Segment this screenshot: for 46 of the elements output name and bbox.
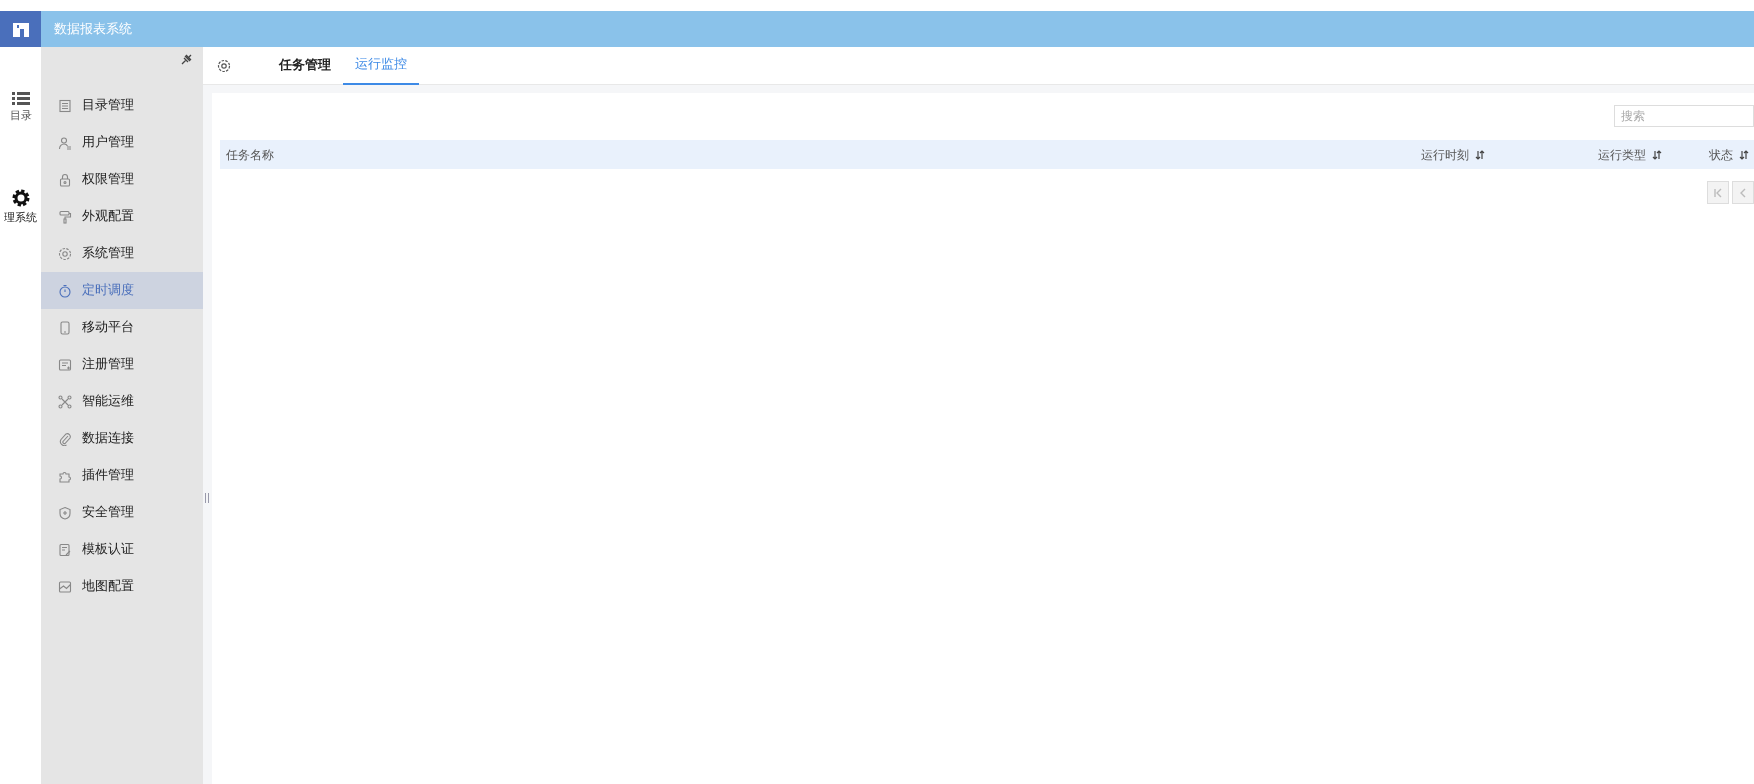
column-header[interactable]: 运行类型 [1598, 145, 1646, 164]
stopwatch-icon [58, 283, 72, 298]
sidebar-item[interactable]: 地图配置 [82, 577, 134, 596]
sidebar-item[interactable]: 系统管理 [82, 244, 134, 263]
sort-icon[interactable] [1475, 149, 1485, 160]
sort-icon[interactable] [1652, 149, 1662, 160]
pin-icon[interactable] [180, 53, 193, 66]
list-icon [58, 98, 72, 113]
tab[interactable]: 任务管理 [267, 46, 343, 85]
user-icon [58, 135, 72, 150]
list-icon [11, 91, 30, 106]
sidebar-item[interactable]: 权限管理 [82, 170, 134, 189]
column-header[interactable]: 运行时刻 [1421, 145, 1469, 164]
column-header[interactable]: 状态 [1709, 145, 1733, 164]
shield-icon [58, 505, 72, 520]
sidebar-item[interactable]: 外观配置 [82, 207, 134, 226]
sidebar-item[interactable]: 注册管理 [82, 355, 134, 374]
settings-icon[interactable] [217, 58, 231, 73]
gear-icon [58, 246, 72, 261]
sidebar-item[interactable]: 模板认证 [82, 540, 134, 559]
map-icon [58, 579, 72, 594]
rail-item[interactable]: 理系统 [4, 211, 37, 225]
tab[interactable]: 运行监控 [343, 46, 419, 85]
paperclip-icon [58, 431, 72, 446]
resize-handle[interactable] [205, 493, 209, 503]
sidebar-item[interactable]: 目录管理 [82, 96, 134, 115]
sidebar-item[interactable]: 智能运维 [82, 392, 134, 411]
sidebar-item[interactable]: 安全管理 [82, 503, 134, 522]
sidebar-item[interactable]: 数据连接 [82, 429, 134, 448]
network-icon [58, 394, 72, 409]
paint-roller-icon [58, 209, 72, 224]
document-edit-icon [58, 542, 72, 557]
column-header: 任务名称 [226, 146, 274, 164]
sidebar-item[interactable]: 移动平台 [82, 318, 134, 337]
logo-icon [11, 20, 30, 38]
gear-icon [10, 188, 31, 209]
sidebar-item[interactable]: 用户管理 [82, 133, 134, 152]
sort-icon[interactable] [1739, 149, 1749, 160]
app-title: 数据报表系统 [53, 20, 132, 39]
phone-icon [58, 320, 72, 335]
form-icon [58, 357, 72, 372]
lock-icon [58, 172, 72, 187]
sidebar-item[interactable]: 插件管理 [82, 466, 134, 485]
first-page-icon [1712, 186, 1724, 199]
search-field[interactable]: 搜索 [1614, 105, 1754, 127]
rail-item[interactable]: 目录 [9, 109, 32, 123]
